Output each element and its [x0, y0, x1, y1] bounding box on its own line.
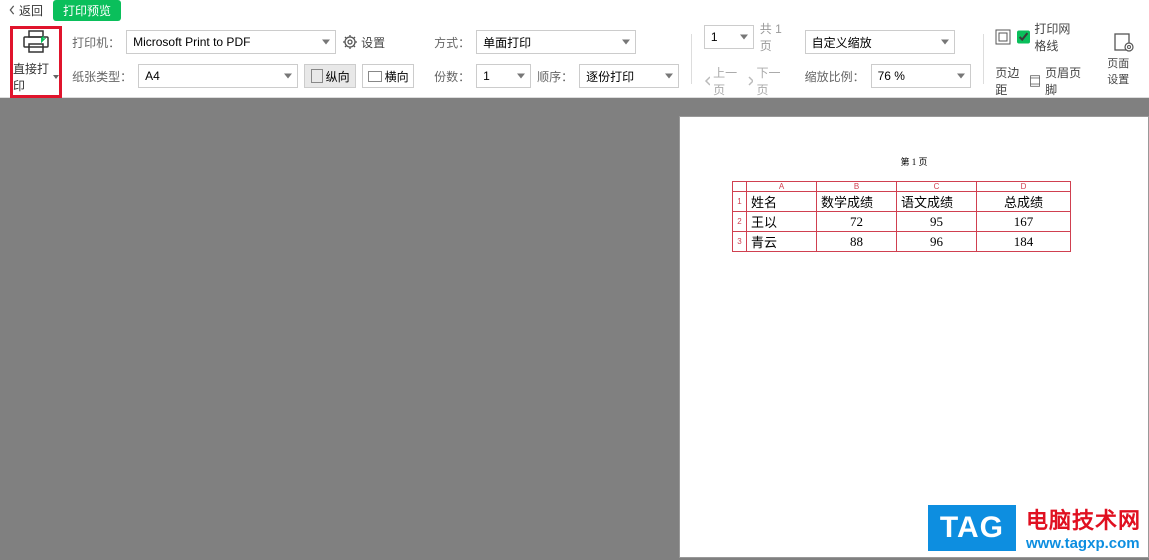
- prev-page-button[interactable]: 上一页: [704, 64, 741, 98]
- page-input[interactable]: 1: [704, 25, 754, 49]
- direct-print-button[interactable]: 直接打印: [10, 26, 62, 98]
- back-label: 返回: [19, 2, 43, 19]
- preview-page: 第 1 页 A B C D 1 姓名 数学成绩 语文成绩 总成绩 2 王以 72…: [679, 116, 1149, 558]
- watermark-cn: 电脑技术网: [1026, 503, 1141, 535]
- table-row: 3 青云 88 96 184: [733, 232, 1071, 252]
- watermark-url: www.tagxp.com: [1026, 535, 1141, 552]
- chevron-left-icon: [704, 76, 710, 86]
- page-header-text: 第 1 页: [900, 155, 927, 168]
- toolbar: 直接打印 打印机： Microsoft Print to PDF 设置 纸张类型…: [0, 20, 1149, 98]
- margin-icon: [995, 29, 1011, 45]
- chevron-down-icon: [941, 40, 949, 45]
- paper-select[interactable]: A4: [138, 64, 298, 88]
- table-row: 2 王以 72 95 167: [733, 212, 1071, 232]
- tag-logo: TAG: [928, 505, 1016, 551]
- back-button[interactable]: 返回: [8, 2, 43, 19]
- page-setup-icon: [1112, 32, 1134, 52]
- zoom-mode-select[interactable]: 自定义缩放: [805, 30, 955, 54]
- chevron-down-icon: [740, 35, 748, 40]
- preview-area: 第 1 页 A B C D 1 姓名 数学成绩 语文成绩 总成绩 2 王以 72…: [0, 98, 1149, 560]
- next-page-button[interactable]: 下一页: [747, 64, 784, 98]
- copies-input[interactable]: 1: [476, 64, 531, 88]
- gear-icon: [342, 34, 358, 50]
- portrait-icon: [311, 69, 323, 83]
- divider: [691, 34, 692, 84]
- chevron-down-icon: [517, 74, 525, 79]
- divider: [983, 34, 984, 84]
- chevron-down-icon: [622, 40, 630, 45]
- mode-select[interactable]: 单面打印: [476, 30, 636, 54]
- chevron-down-icon: [322, 40, 330, 45]
- chevron-right-icon: [747, 76, 753, 86]
- paper-label: 纸张类型：: [72, 68, 132, 85]
- chevron-down-icon: [53, 75, 59, 79]
- page-total: 共 1 页: [760, 20, 785, 54]
- page-setup-button[interactable]: 页面设置: [1101, 30, 1145, 89]
- page-title: 打印预览: [53, 0, 121, 21]
- settings-button[interactable]: 设置: [342, 34, 385, 51]
- portrait-button[interactable]: 纵向: [304, 64, 356, 88]
- page-margin-button[interactable]: 页边距: [995, 64, 1023, 98]
- printer-icon: [22, 30, 50, 54]
- landscape-icon: [368, 71, 382, 82]
- chevron-down-icon: [665, 74, 673, 79]
- data-table: A B C D 1 姓名 数学成绩 语文成绩 总成绩 2 王以 72 95 16…: [732, 181, 1071, 252]
- direct-print-label: 直接打印: [13, 60, 51, 94]
- landscape-button[interactable]: 横向: [362, 64, 414, 88]
- header-footer-button[interactable]: 页眉页脚: [1029, 64, 1081, 98]
- chevron-down-icon: [284, 74, 292, 79]
- mode-label: 方式：: [434, 34, 470, 51]
- print-grid-checkbox[interactable]: 打印网格线: [1017, 20, 1081, 54]
- table-row: 1 姓名 数学成绩 语文成绩 总成绩: [733, 192, 1071, 212]
- order-select[interactable]: 逐份打印: [579, 64, 679, 88]
- zoom-ratio-label: 缩放比例：: [805, 68, 865, 85]
- printer-select[interactable]: Microsoft Print to PDF: [126, 30, 336, 54]
- copies-label: 份数：: [434, 68, 470, 85]
- header-footer-icon: [1029, 73, 1041, 89]
- printer-label: 打印机：: [72, 34, 120, 51]
- watermark: TAG 电脑技术网 www.tagxp.com: [928, 503, 1141, 552]
- zoom-ratio-select[interactable]: 76 %: [871, 64, 971, 88]
- chevron-down-icon: [957, 74, 965, 79]
- page-margin-button-top-icon: [995, 29, 1011, 45]
- order-label: 顺序：: [537, 68, 573, 85]
